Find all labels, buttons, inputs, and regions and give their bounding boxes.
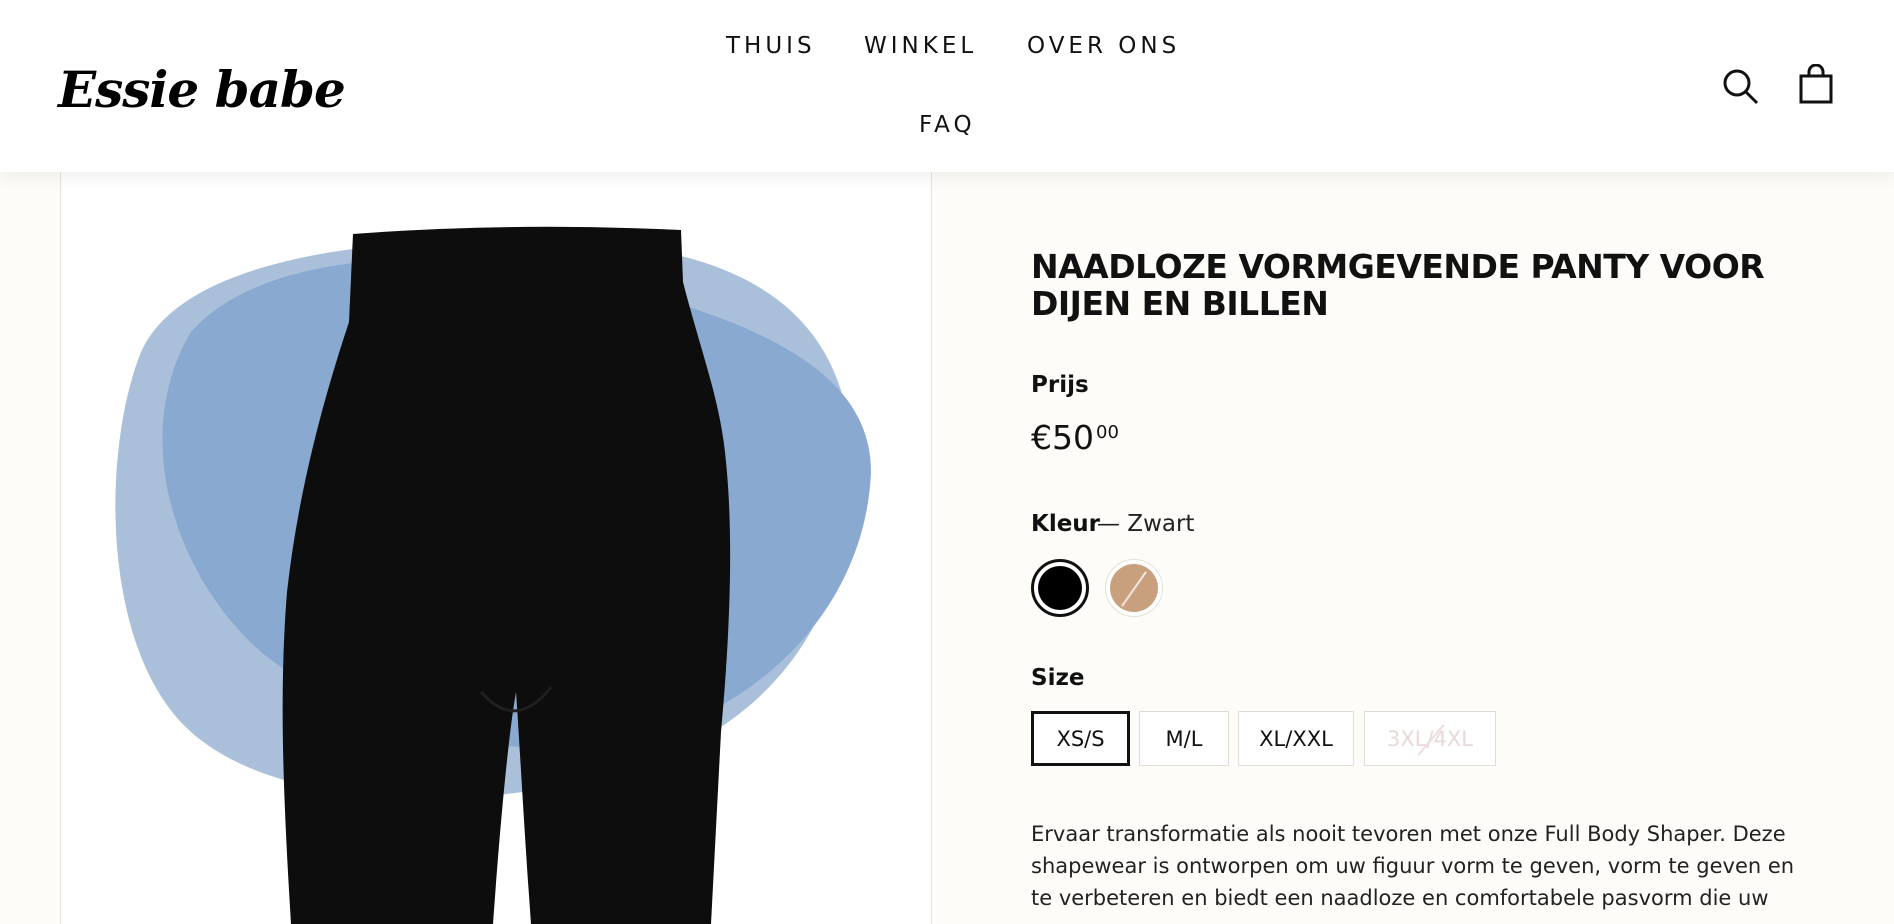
size-option-m-l[interactable]: M/L [1139, 711, 1229, 766]
site-header: Essie babe THUIS WINKEL OVER ONS FAQ [0, 0, 1894, 172]
shopping-bag-icon[interactable] [1796, 63, 1836, 104]
price-label: Prijs [1031, 372, 1089, 398]
nav-item-over-ons[interactable]: OVER ONS [1027, 33, 1180, 59]
price-cents: 00 [1096, 422, 1119, 443]
product-title: NAADLOZE VORMGEVENDE PANTY VOOR DIJEN EN… [1031, 247, 1765, 323]
color-label: Kleur [1031, 511, 1101, 537]
size-option-xl-xxl[interactable]: XL/XXL [1238, 711, 1354, 766]
product-description: Ervaar transformatie als nooit tevoren m… [1031, 822, 1795, 910]
product-image[interactable] [60, 172, 932, 924]
color-value: — Zwart [1097, 511, 1195, 537]
size-option-xs-s[interactable]: XS/S [1031, 711, 1130, 766]
nav-item-faq[interactable]: FAQ [919, 112, 976, 138]
color-swatch-nude[interactable] [1105, 559, 1163, 617]
nav-item-winkel[interactable]: WINKEL [864, 33, 977, 59]
color-swatch-zwart[interactable] [1031, 559, 1089, 617]
unavailable-strike [1121, 571, 1147, 607]
price-main: €50 [1031, 418, 1094, 457]
product-image-shapewear [115, 226, 871, 924]
size-label: Size [1031, 665, 1085, 691]
nav-item-thuis[interactable]: THUIS [726, 33, 816, 59]
site-logo[interactable]: Essie babe [58, 60, 346, 119]
size-option-3xl-4xl[interactable]: 3XL/4XL [1364, 711, 1496, 766]
search-icon[interactable] [1720, 66, 1760, 106]
product-price: €50 00 [1031, 418, 1119, 457]
